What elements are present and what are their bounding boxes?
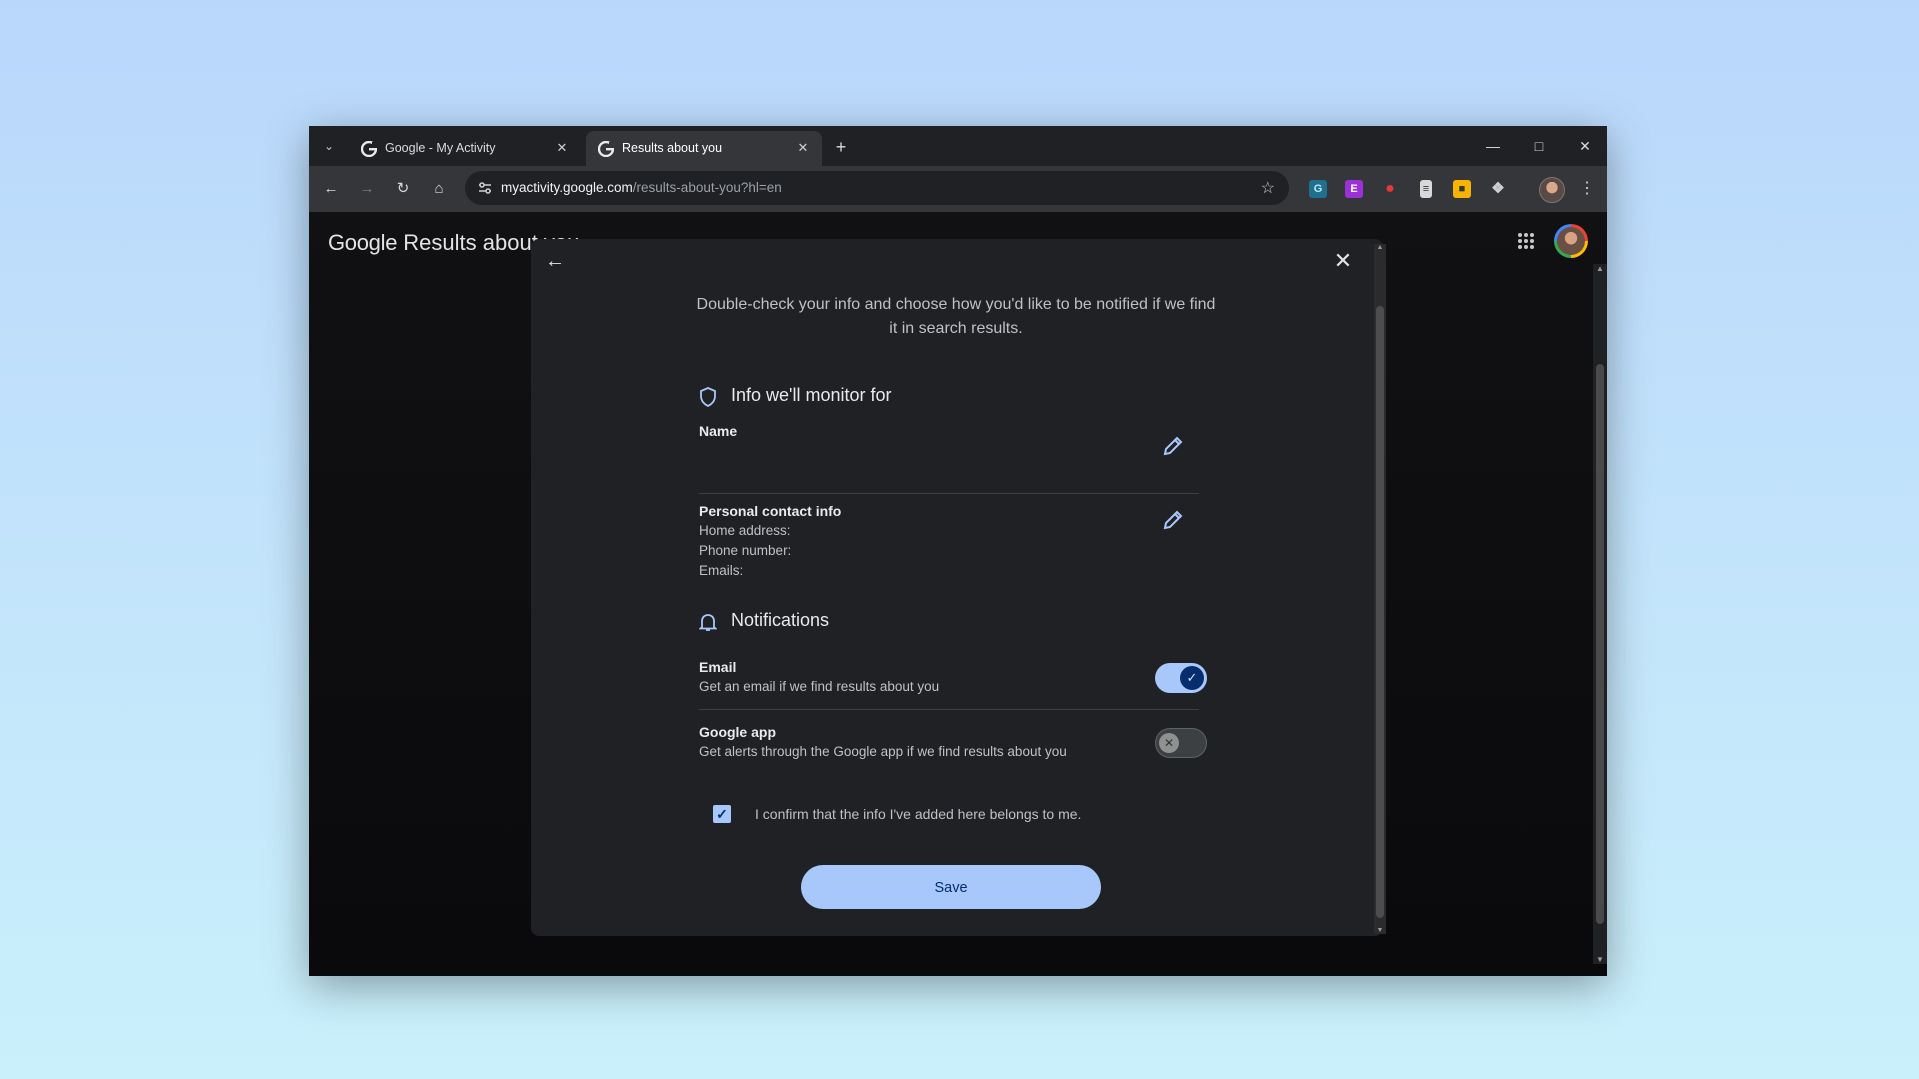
new-tab-plus-icon[interactable]: + — [830, 136, 852, 158]
google-app-notification-toggle[interactable]: ✕ — [1155, 728, 1207, 758]
personal-contact-info-label: Personal contact info — [699, 503, 842, 519]
save-button[interactable]: Save — [801, 865, 1101, 909]
dialog-intro-text: Double-check your info and choose how yo… — [696, 296, 1216, 337]
page-scrollbar[interactable]: ▲ ▼ — [1593, 264, 1607, 964]
tab-strip: ⌄ Google - My Activity ✕ Results about y… — [309, 126, 1607, 166]
more-menu-icon[interactable]: ⋮ — [1579, 177, 1595, 201]
close-window-icon[interactable]: ✕ — [1562, 126, 1607, 166]
google-app-notification-description: Get alerts through the Google app if we … — [699, 744, 1067, 759]
phone-number-label: Phone number: — [699, 543, 792, 558]
email-notification-description: Get an email if we find results about yo… — [699, 679, 940, 694]
shield-icon — [700, 387, 716, 407]
confirm-checkbox[interactable]: ✓ — [713, 805, 731, 823]
close-dialog-icon[interactable]: ✕ — [1331, 249, 1355, 273]
back-arrow-icon[interactable]: ← — [543, 249, 567, 273]
home-address-label: Home address: — [699, 523, 791, 538]
scrollbar-thumb[interactable] — [1376, 306, 1384, 918]
scroll-down-icon[interactable]: ▼ — [1376, 927, 1384, 934]
google-logo-text[interactable]: Google — [328, 230, 397, 255]
address-bar[interactable]: myactivity.google.com/results-about-you?… — [465, 171, 1289, 205]
google-g-icon — [598, 141, 614, 157]
browser-toolbar: ← → ↻ ⌂ myactivity.google.com/results-ab… — [309, 166, 1607, 212]
email-notification-label: Email — [699, 659, 737, 675]
forward-arrow-icon[interactable]: → — [355, 177, 379, 201]
tab-title: Google - My Activity — [385, 141, 496, 155]
results-about-you-dialog: ← ✕ Double-check your info and choose ho… — [531, 239, 1383, 936]
scroll-up-icon[interactable]: ▲ — [1376, 244, 1384, 251]
reload-icon[interactable]: ↻ — [391, 177, 415, 201]
minimize-icon[interactable]: — — [1470, 126, 1516, 166]
confirm-text: I confirm that the info I've added here … — [755, 806, 1082, 822]
close-tab-icon[interactable]: ✕ — [794, 139, 812, 157]
emails-label: Emails: — [699, 563, 744, 578]
bookmark-star-icon[interactable]: ☆ — [1261, 178, 1275, 198]
home-icon[interactable]: ⌂ — [427, 177, 451, 201]
google-app-notification-label: Google app — [699, 724, 776, 740]
back-arrow-icon[interactable]: ← — [319, 177, 343, 201]
section-divider — [699, 709, 1199, 710]
google-g-icon — [361, 141, 377, 157]
name-label: Name — [699, 423, 738, 439]
x-icon: ✕ — [1159, 733, 1179, 753]
tab-title: Results about you — [622, 141, 723, 155]
edit-contact-pencil-icon[interactable] — [1161, 508, 1185, 532]
tab-results-about-you[interactable]: Results about you ✕ — [586, 131, 822, 166]
extension-translate-icon[interactable]: G — [1309, 180, 1327, 198]
profile-avatar[interactable] — [1539, 177, 1565, 203]
tab-search-chevron-icon[interactable]: ⌄ — [319, 136, 339, 156]
extension-clipboard-icon[interactable]: ≡ — [1420, 180, 1432, 198]
bell-icon — [699, 614, 717, 631]
extension-red-icon[interactable]: ● — [1381, 180, 1399, 198]
scrollbar-thumb[interactable] — [1596, 364, 1604, 924]
close-tab-icon[interactable]: ✕ — [553, 139, 571, 157]
scroll-down-icon[interactable]: ▼ — [1596, 955, 1604, 964]
maximize-icon[interactable]: □ — [1516, 126, 1562, 166]
tab-google-my-activity[interactable]: Google - My Activity ✕ — [349, 131, 581, 166]
checkmark-icon: ✓ — [1180, 666, 1204, 690]
extension-yellow-icon[interactable]: ■ — [1453, 180, 1471, 198]
email-notification-toggle[interactable]: ✓ — [1155, 663, 1207, 693]
edit-name-pencil-icon[interactable] — [1161, 434, 1185, 458]
dialog-scrollbar[interactable]: ▲ ▼ — [1374, 244, 1386, 934]
extension-e-icon[interactable]: E — [1345, 180, 1363, 198]
scroll-up-icon[interactable]: ▲ — [1596, 264, 1604, 273]
extensions-puzzle-icon[interactable]: ❖ — [1489, 180, 1507, 198]
url-text[interactable]: myactivity.google.com/results-about-you?… — [501, 180, 782, 195]
browser-window: ⌄ Google - My Activity ✕ Results about y… — [309, 126, 1607, 976]
site-info-icon[interactable] — [477, 180, 493, 196]
account-avatar[interactable] — [1554, 224, 1588, 258]
section-divider — [699, 493, 1199, 494]
google-apps-grid-icon[interactable] — [1517, 232, 1535, 250]
